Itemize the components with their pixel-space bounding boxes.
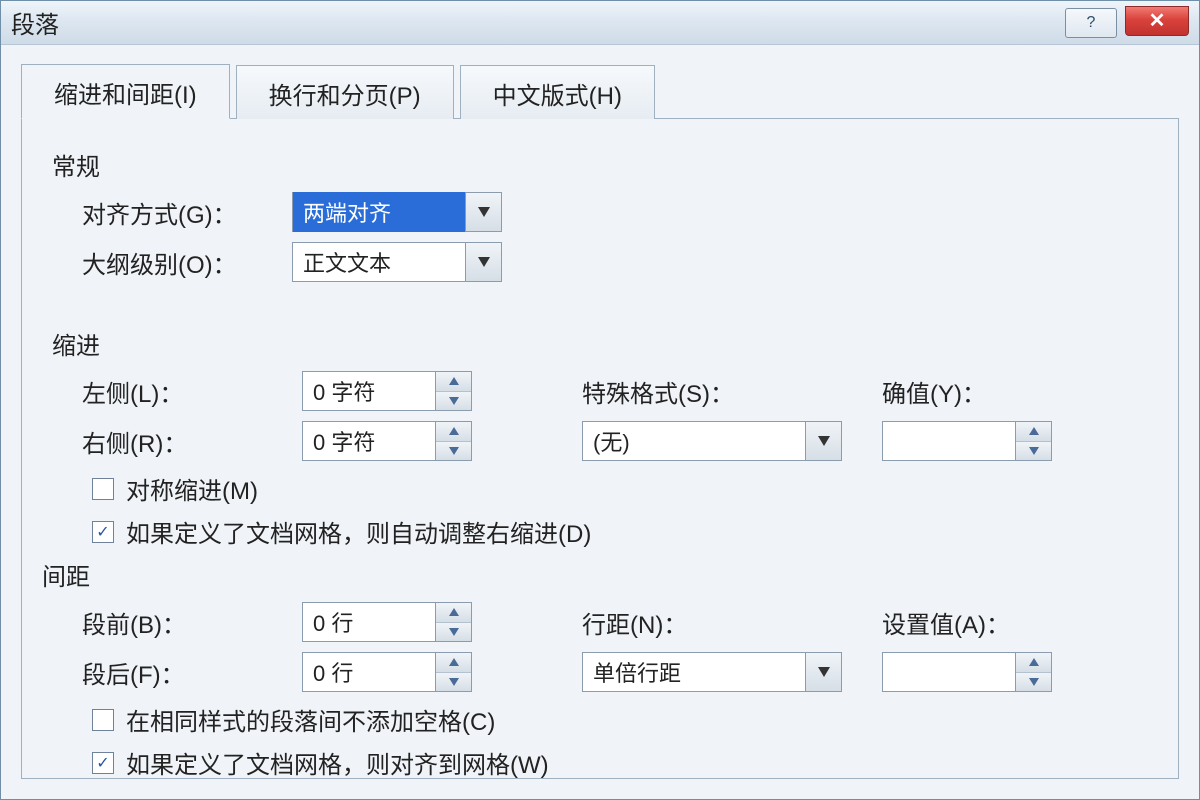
special-format-combo[interactable]: (无) <box>582 421 842 461</box>
spin-up-icon <box>449 427 459 435</box>
spin-down-button[interactable] <box>436 623 471 642</box>
indent-right-spinner[interactable]: 0 字符 <box>302 421 472 461</box>
spin-up-button[interactable] <box>1016 422 1051 442</box>
line-spacing-dropdown-button[interactable] <box>805 653 841 691</box>
spin-up-button[interactable] <box>436 603 471 623</box>
auto-adjust-checkbox[interactable]: ✓ <box>92 521 114 543</box>
spin-up-button[interactable] <box>436 422 471 442</box>
window-buttons: ? ✕ <box>1065 8 1189 38</box>
section-general-title: 常规 <box>52 147 1148 182</box>
indent-left-spinner[interactable]: 0 字符 <box>302 371 472 411</box>
before-spacing-label: 段前(B)： <box>82 605 302 640</box>
spin-down-button[interactable] <box>436 673 471 692</box>
spin-down-button[interactable] <box>1016 673 1051 692</box>
close-button[interactable]: ✕ <box>1125 6 1189 36</box>
dialog-title: 段落 <box>11 5 1065 40</box>
paragraph-dialog: 段落 ? ✕ 缩进和间距(I) 换行和分页(P) 中文版式(H) 常规 对齐方式… <box>0 0 1200 800</box>
indent-by-value <box>883 437 1015 445</box>
at-value-spinner[interactable] <box>882 652 1052 692</box>
special-dropdown-button[interactable] <box>805 422 841 460</box>
at-value <box>883 668 1015 676</box>
spin-up-icon <box>1029 658 1039 666</box>
spin-down-button[interactable] <box>436 392 471 411</box>
content-area: 缩进和间距(I) 换行和分页(P) 中文版式(H) 常规 对齐方式(G)： 两端… <box>1 45 1199 799</box>
alignment-label: 对齐方式(G)： <box>82 195 292 230</box>
spin-down-icon <box>449 397 459 405</box>
before-spacing-value: 0 行 <box>303 602 435 642</box>
mirror-indent-checkbox[interactable] <box>92 478 114 500</box>
snap-to-grid-checkbox[interactable]: ✓ <box>92 752 114 774</box>
spin-down-icon <box>449 628 459 636</box>
spin-up-button[interactable] <box>1016 653 1051 673</box>
close-icon: ✕ <box>1149 8 1166 33</box>
spin-up-button[interactable] <box>436 653 471 673</box>
no-space-same-style-checkbox[interactable] <box>92 709 114 731</box>
after-spacing-value: 0 行 <box>303 652 435 692</box>
tab-indent-spacing[interactable]: 缩进和间距(I) <box>21 64 230 119</box>
help-icon: ? <box>1087 14 1096 32</box>
alignment-value: 两端对齐 <box>293 192 465 232</box>
indent-right-label: 右侧(R)： <box>82 424 302 459</box>
section-indent-title: 缩进 <box>52 326 1148 361</box>
spin-up-button[interactable] <box>436 372 471 392</box>
spin-up-icon <box>1029 427 1039 435</box>
spin-up-icon <box>449 377 459 385</box>
before-spacing-spinner[interactable]: 0 行 <box>302 602 472 642</box>
spin-down-icon <box>1029 447 1039 455</box>
spin-down-button[interactable] <box>1016 442 1051 461</box>
spin-down-icon <box>449 447 459 455</box>
indent-right-value: 0 字符 <box>303 421 435 461</box>
after-spacing-spinner[interactable]: 0 行 <box>302 652 472 692</box>
line-spacing-value: 单倍行距 <box>583 652 805 692</box>
tabpanel-indent-spacing: 常规 对齐方式(G)： 两端对齐 大纲级别(O)： 正文文本 缩进 左侧(L)： <box>21 119 1179 779</box>
special-format-value: (无) <box>583 421 805 461</box>
mirror-indent-label: 对称缩进(M) <box>126 471 258 506</box>
chevron-down-icon <box>818 667 830 677</box>
help-button[interactable]: ? <box>1065 8 1117 38</box>
spin-up-icon <box>449 658 459 666</box>
line-spacing-label: 行距(N)： <box>582 605 802 640</box>
section-spacing-title: 间距 <box>42 557 1148 592</box>
chevron-down-icon <box>478 207 490 217</box>
outline-combo[interactable]: 正文文本 <box>292 242 502 282</box>
tab-strip: 缩进和间距(I) 换行和分页(P) 中文版式(H) <box>21 67 1179 119</box>
tab-chinese-layout[interactable]: 中文版式(H) <box>460 65 655 119</box>
alignment-combo[interactable]: 两端对齐 <box>292 192 502 232</box>
snap-to-grid-label: 如果定义了文档网格，则对齐到网格(W) <box>126 745 549 779</box>
auto-adjust-label: 如果定义了文档网格，则自动调整右缩进(D) <box>126 514 591 549</box>
outline-value: 正文文本 <box>293 242 465 282</box>
at-value-label: 设置值(A)： <box>882 605 1062 640</box>
no-space-same-style-label: 在相同样式的段落间不添加空格(C) <box>126 702 495 737</box>
line-spacing-combo[interactable]: 单倍行距 <box>582 652 842 692</box>
indent-by-spinner[interactable] <box>882 421 1052 461</box>
indent-by-label: 确值(Y)： <box>882 374 1062 409</box>
spin-down-button[interactable] <box>436 442 471 461</box>
indent-left-value: 0 字符 <box>303 371 435 411</box>
special-format-label: 特殊格式(S)： <box>582 374 802 409</box>
titlebar[interactable]: 段落 ? ✕ <box>1 1 1199 45</box>
spin-down-icon <box>1029 678 1039 686</box>
outline-label: 大纲级别(O)： <box>82 245 292 280</box>
indent-left-label: 左侧(L)： <box>82 374 302 409</box>
chevron-down-icon <box>818 436 830 446</box>
after-spacing-label: 段后(F)： <box>82 655 302 690</box>
spin-down-icon <box>449 678 459 686</box>
alignment-dropdown-button[interactable] <box>465 193 501 231</box>
chevron-down-icon <box>478 257 490 267</box>
spin-up-icon <box>449 608 459 616</box>
tab-line-pagebreak[interactable]: 换行和分页(P) <box>236 65 454 119</box>
outline-dropdown-button[interactable] <box>465 243 501 281</box>
